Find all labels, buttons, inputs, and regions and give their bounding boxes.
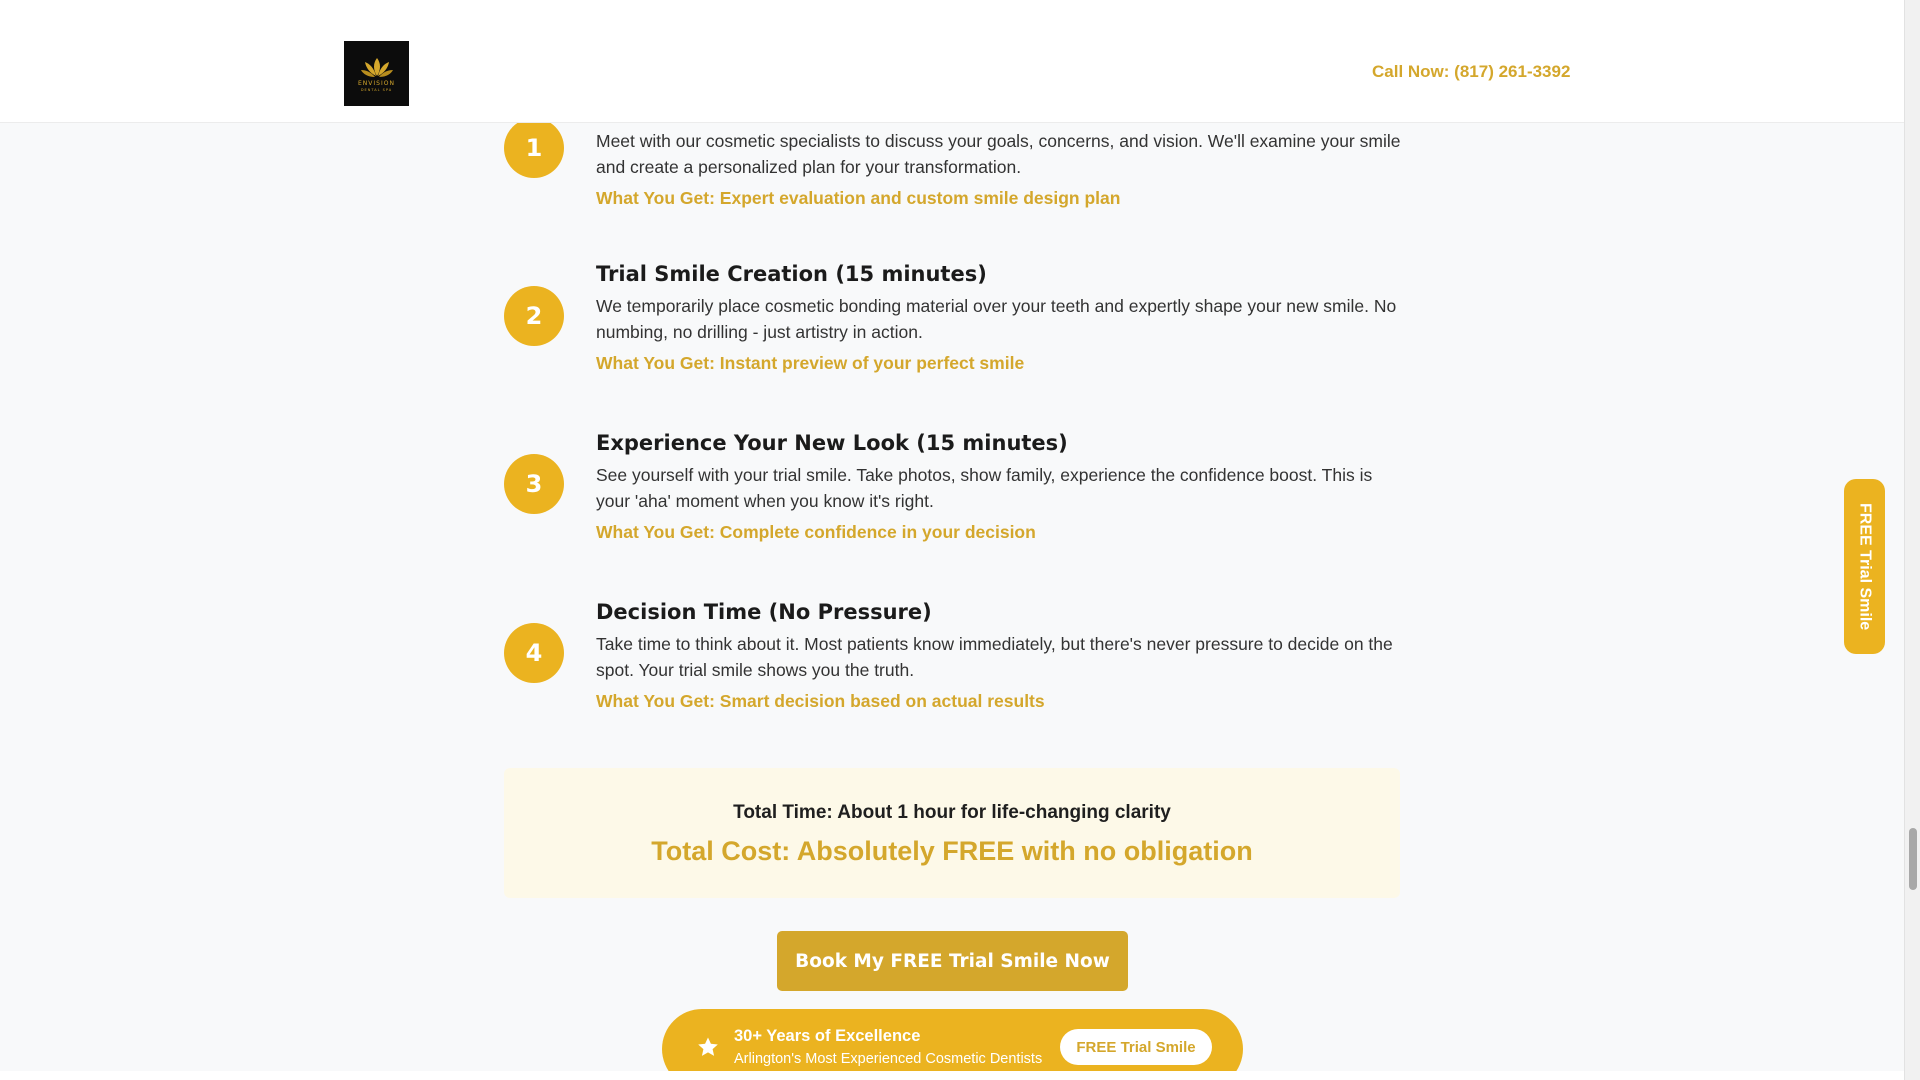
step-4: 4 Decision Time (No Pressure) Take time … (504, 597, 1404, 727)
total-time: Total Time: About 1 hour for life-changi… (733, 802, 1171, 823)
step-1: 1 Meet with our cosmetic specialists to … (504, 118, 1404, 218)
step-number-badge: 3 (504, 454, 564, 514)
step-title: Decision Time (No Pressure) (596, 600, 932, 624)
side-tab-label: FREE Trial Smile (1856, 502, 1874, 631)
logo[interactable]: ENVISION DENTAL SPA (344, 41, 409, 106)
step-title: Trial Smile Creation (15 minutes) (596, 262, 987, 286)
side-trial-smile-tab[interactable]: FREE Trial Smile (1844, 479, 1885, 654)
step-number-badge: 2 (504, 286, 564, 346)
step-what-you-get: What You Get: Instant preview of your pe… (596, 353, 1025, 373)
step-number-badge: 1 (504, 118, 564, 178)
logo-subtitle: DENTAL SPA (360, 87, 393, 92)
totals-box: Total Time: About 1 hour for life-changi… (504, 768, 1400, 898)
step-description: See yourself with your trial smile. Take… (596, 465, 1373, 511)
badge-subtitle: Arlington's Most Experienced Cosmetic De… (734, 1051, 1043, 1067)
step-title: Experience Your New Look (15 minutes) (596, 431, 1068, 455)
scrollbar-thumb[interactable] (1909, 828, 1917, 890)
star-icon (698, 1037, 718, 1056)
badge-trial-smile-button[interactable]: FREE Trial Smile (1060, 1029, 1212, 1065)
site-header: ENVISION DENTAL SPA Call Now: (817) 261-… (0, 0, 1904, 123)
call-now-link[interactable]: Call Now: (817) 261-3392 (1372, 62, 1570, 82)
lotus-icon (360, 57, 393, 77)
total-cost: Total Cost: Absolutely FREE with no obli… (651, 836, 1253, 866)
scrollbar[interactable] (1904, 0, 1920, 1080)
step-what-you-get: What You Get: Expert evaluation and cust… (596, 188, 1121, 208)
book-trial-smile-button[interactable]: Book My FREE Trial Smile Now (777, 931, 1128, 991)
step-2: 2 Trial Smile Creation (15 minutes) We t… (504, 259, 1404, 389)
logo-wordmark: ENVISION (358, 79, 395, 87)
step-3: 3 Experience Your New Look (15 minutes) … (504, 428, 1404, 558)
step-description: We temporarily place cosmetic bonding ma… (596, 296, 1397, 342)
badge-title: 30+ Years of Excellence (734, 1027, 921, 1045)
page-footer-edge (0, 1071, 1904, 1080)
step-what-you-get: What You Get: Smart decision based on ac… (596, 691, 1045, 711)
excellence-badge: 30+ Years of Excellence Arlington's Most… (662, 1009, 1243, 1080)
step-description: Meet with our cosmetic specialists to di… (596, 131, 1401, 177)
step-description: Take time to think about it. Most patien… (596, 634, 1393, 680)
step-what-you-get: What You Get: Complete confidence in you… (596, 522, 1036, 542)
step-number-badge: 4 (504, 623, 564, 683)
